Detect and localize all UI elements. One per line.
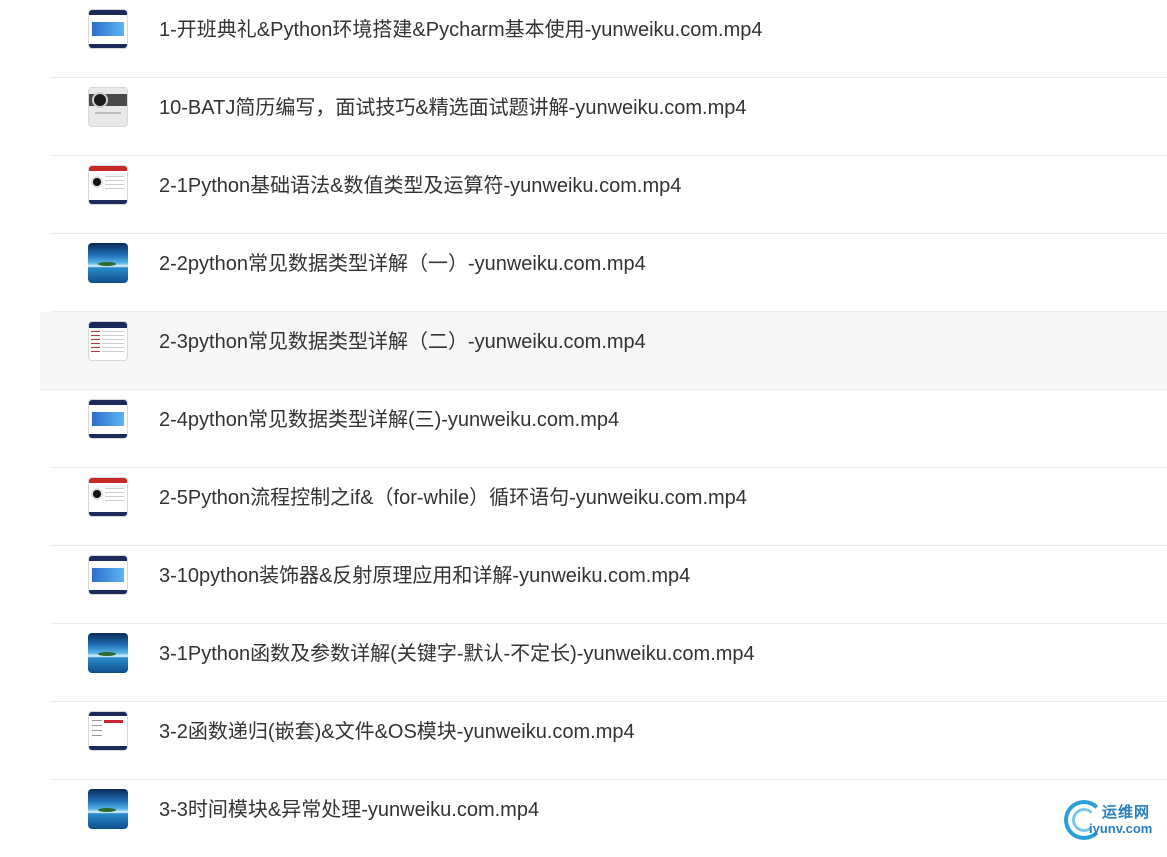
file-list: 1-开班典礼&Python环境搭建&Pycharm基本使用-yunweiku.c… (0, 0, 1167, 857)
file-name: 1-开班典礼&Python环境搭建&Pycharm基本使用-yunweiku.c… (159, 19, 763, 41)
list-item[interactable]: 2-4python常见数据类型详解(三)-yunweiku.com.mp4 (50, 390, 1167, 468)
video-thumbnail (88, 633, 128, 673)
file-name: 3-1Python函数及参数详解(关键字-默认-不定长)-yunweiku.co… (159, 643, 755, 665)
list-item[interactable]: 3-2函数递归(嵌套)&文件&OS模块-yunweiku.com.mp4 (50, 702, 1167, 780)
video-thumbnail (88, 789, 128, 829)
video-thumbnail (88, 711, 128, 751)
video-thumbnail (88, 165, 128, 205)
list-item-hovered[interactable]: 2-3python常见数据类型详解（二）-yunweiku.com.mp4 (40, 312, 1167, 390)
file-name: 3-10python装饰器&反射原理应用和详解-yunweiku.com.mp4 (159, 565, 691, 587)
video-thumbnail (88, 87, 128, 127)
list-item[interactable]: 2-5Python流程控制之if&（for-while）循环语句-yunweik… (50, 468, 1167, 546)
list-item[interactable]: 2-1Python基础语法&数值类型及运算符-yunweiku.com.mp4 (50, 156, 1167, 234)
watermark-cn-text: 运维网 (1102, 803, 1151, 821)
file-name: 3-3时间模块&异常处理-yunweiku.com.mp4 (159, 799, 540, 821)
list-item[interactable]: 2-2python常见数据类型详解（一）-yunweiku.com.mp4 (50, 234, 1167, 312)
list-item[interactable]: 3-10python装饰器&反射原理应用和详解-yunweiku.com.mp4 (50, 546, 1167, 624)
video-thumbnail (88, 321, 128, 361)
list-item[interactable]: 3-1Python函数及参数详解(关键字-默认-不定长)-yunweiku.co… (50, 624, 1167, 702)
file-name: 2-3python常见数据类型详解（二）-yunweiku.com.mp4 (159, 331, 646, 353)
video-thumbnail (88, 9, 128, 49)
file-name: 2-2python常见数据类型详解（一）-yunweiku.com.mp4 (159, 253, 646, 275)
file-name: 2-4python常见数据类型详解(三)-yunweiku.com.mp4 (159, 409, 620, 431)
video-thumbnail (88, 555, 128, 595)
file-name: 3-2函数递归(嵌套)&文件&OS模块-yunweiku.com.mp4 (159, 721, 635, 743)
file-name: 2-5Python流程控制之if&（for-while）循环语句-yunweik… (159, 487, 747, 509)
video-thumbnail (88, 477, 128, 517)
list-item[interactable]: 3-3时间模块&异常处理-yunweiku.com.mp4 (50, 780, 1167, 857)
list-item[interactable]: 1-开班典礼&Python环境搭建&Pycharm基本使用-yunweiku.c… (50, 0, 1167, 78)
video-thumbnail (88, 243, 128, 283)
site-watermark: 运维网 iyunv.com (1062, 798, 1167, 846)
watermark-url-text: iyunv.com (1089, 821, 1153, 836)
list-item[interactable]: 10-BATJ简历编写，面试技巧&精选面试题讲解-yunweiku.com.mp… (50, 78, 1167, 156)
file-name: 2-1Python基础语法&数值类型及运算符-yunweiku.com.mp4 (159, 175, 682, 197)
file-name: 10-BATJ简历编写，面试技巧&精选面试题讲解-yunweiku.com.mp… (159, 97, 747, 119)
video-thumbnail (88, 399, 128, 439)
